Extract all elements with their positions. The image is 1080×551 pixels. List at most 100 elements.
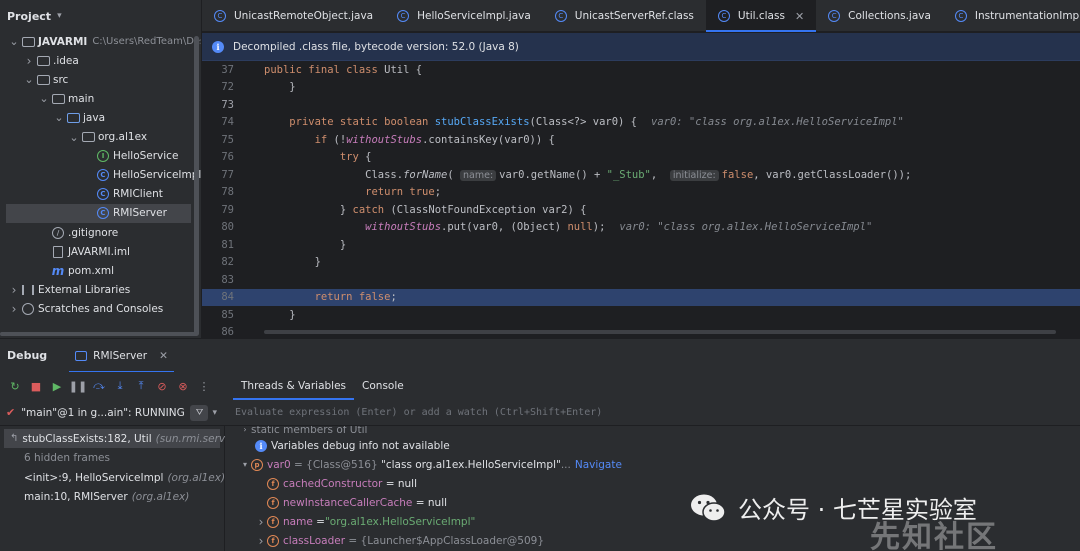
variable-name: newInstanceCallerCache bbox=[283, 496, 413, 509]
tab-console[interactable]: Console bbox=[354, 372, 412, 400]
code-line[interactable]: 76 try { bbox=[202, 149, 1080, 167]
code-line[interactable]: 79 } catch (ClassNotFoundException var2)… bbox=[202, 201, 1080, 219]
tree-item[interactable]: JAVARMI.iml bbox=[0, 242, 193, 261]
tree-item[interactable]: m pom.xml bbox=[0, 261, 193, 280]
chevron-right-icon[interactable]: › bbox=[239, 426, 251, 434]
tree-item[interactable]: › External Libraries bbox=[0, 280, 193, 299]
chevron-down-icon[interactable]: ⌄ bbox=[38, 92, 50, 105]
tree-item[interactable]: ⌄ main bbox=[0, 89, 193, 108]
project-horizontal-scrollbar[interactable] bbox=[0, 332, 198, 336]
tree-item[interactable]: ⌄ org.al1ex bbox=[0, 128, 193, 147]
editor-tab[interactable]: C UnicastRemoteObject.java bbox=[202, 0, 385, 32]
variable-row[interactable]: f cachedConstructor = null bbox=[255, 474, 417, 493]
stack-frame[interactable]: 6 hidden frames bbox=[0, 449, 224, 468]
editor-tab[interactable]: C Util.class ✕ bbox=[705, 0, 817, 32]
code-line[interactable]: 85 } bbox=[202, 306, 1080, 324]
code-line[interactable]: 82 } bbox=[202, 254, 1080, 272]
close-icon[interactable]: ✕ bbox=[795, 10, 804, 23]
editor-tab[interactable]: C HelloServiceImpl.java bbox=[385, 0, 543, 32]
code-line[interactable]: 74 private static boolean stubClassExist… bbox=[202, 114, 1080, 132]
source-folder-icon bbox=[66, 111, 80, 125]
chevron-down-icon[interactable]: ⌄ bbox=[68, 131, 80, 144]
chevron-right-icon[interactable]: › bbox=[8, 302, 20, 316]
stack-frame[interactable]: main:10, RMIServer (org.al1ex) bbox=[0, 488, 224, 507]
parameter-icon: p bbox=[251, 458, 263, 471]
line-number: 79 bbox=[221, 203, 234, 216]
tree-item[interactable]: / .gitignore bbox=[0, 223, 193, 242]
evaluate-expression-input[interactable]: Evaluate expression (Enter) or add a wat… bbox=[225, 400, 1080, 426]
var0-type: = {Class@516} bbox=[294, 458, 378, 471]
code-line[interactable]: 81 } bbox=[202, 236, 1080, 254]
project-vertical-scrollbar[interactable] bbox=[194, 36, 199, 336]
stack-frame-package: (org.al1ex) bbox=[167, 471, 226, 484]
mute-breakpoints-icon[interactable]: ⊗ bbox=[176, 379, 190, 393]
thread-label: "main"@1 in g...ain": RUNNING bbox=[21, 406, 185, 419]
frames-list: ↰ stubClassExists:182, Util (sun.rmi.serve… bbox=[0, 426, 240, 551]
class-shape: C bbox=[97, 169, 109, 182]
code-line[interactable]: 77 Class.forName( name: var0.getName() + … bbox=[202, 166, 1080, 184]
chevron-down-icon[interactable]: ▾ bbox=[212, 408, 217, 418]
tree-item[interactable]: I HelloService bbox=[0, 147, 193, 166]
code-line[interactable]: 78 return true; bbox=[202, 184, 1080, 202]
chevron-down-icon[interactable]: ▾ bbox=[57, 11, 62, 21]
var0-row[interactable]: ▾ p var0 = {Class@516} "class org.al1ex.… bbox=[239, 455, 622, 474]
variable-row[interactable]: › f name = "org.al1ex.HelloServiceImpl" bbox=[255, 512, 476, 531]
field-icon: f bbox=[267, 515, 279, 528]
tree-item[interactable]: ⌄ java bbox=[0, 108, 193, 127]
resume-icon[interactable]: ▶ bbox=[50, 379, 64, 393]
chevron-down-icon[interactable]: ⌄ bbox=[53, 111, 65, 124]
chevron-right-icon[interactable]: › bbox=[8, 283, 20, 297]
chevron-right-icon[interactable]: › bbox=[255, 534, 267, 548]
editor-horizontal-scrollbar[interactable] bbox=[264, 330, 1056, 334]
code-line[interactable]: 84 return false; bbox=[202, 288, 1080, 306]
rerun-icon[interactable]: ↻ bbox=[8, 379, 22, 393]
view-breakpoints-icon[interactable]: ⊘ bbox=[155, 379, 169, 393]
debug-config-tab[interactable]: RMIServer ✕ bbox=[69, 339, 174, 373]
tab-threads-variables[interactable]: Threads & Variables bbox=[233, 372, 355, 400]
tree-item-label: RMIClient bbox=[113, 188, 163, 201]
more-options-icon[interactable]: ⋮ bbox=[197, 379, 211, 393]
editor-tab-label: UnicastRemoteObject.java bbox=[234, 10, 374, 22]
variable-row[interactable]: f newInstanceCallerCache = null bbox=[255, 493, 447, 512]
code-line[interactable]: 73 bbox=[202, 96, 1080, 114]
step-over-icon[interactable]: ⤼ bbox=[92, 379, 106, 393]
chevron-right-icon[interactable]: › bbox=[23, 54, 35, 68]
code-editor[interactable]: 86 85 } 84 return false; 83 82 } 81 } 80 witho… bbox=[202, 61, 1080, 338]
tree-item[interactable]: C RMIServer bbox=[6, 203, 191, 223]
filter-icon[interactable]: ⛛ bbox=[190, 404, 209, 421]
editor-tab[interactable]: C InstrumentationImpl.class bbox=[943, 0, 1080, 32]
code-line[interactable]: 75 if (!withoutStubs.containsKey(var0)) … bbox=[202, 131, 1080, 149]
tree-item[interactable]: C HelloServiceImpl bbox=[0, 166, 201, 185]
stack-frame[interactable]: <init>:9, HelloServiceImpl (org.al1ex) bbox=[0, 468, 226, 487]
thread-selector[interactable]: ✔ "main"@1 in g...ain": RUNNING ⛛ ▾ bbox=[0, 400, 225, 426]
tree-item[interactable]: C RMIClient bbox=[0, 185, 193, 204]
chevron-down-icon[interactable]: ⌄ bbox=[8, 35, 20, 48]
chevron-down-icon[interactable]: ⌄ bbox=[23, 73, 35, 86]
close-icon[interactable]: ✕ bbox=[159, 350, 168, 362]
tree-item[interactable]: › .idea bbox=[0, 51, 193, 70]
chevron-right-icon[interactable]: › bbox=[255, 515, 267, 529]
line-number: 82 bbox=[221, 256, 234, 269]
tree-item[interactable]: ⌄ src bbox=[0, 70, 193, 89]
tree-item[interactable]: › Scratches and Consoles bbox=[0, 299, 193, 318]
project-header[interactable]: Project ▾ bbox=[0, 0, 201, 32]
code-line[interactable]: 83 bbox=[202, 271, 1080, 289]
pause-icon[interactable]: ❚❚ bbox=[69, 379, 87, 393]
stack-frame-method: main:10, RMIServer bbox=[24, 491, 128, 503]
editor-tab[interactable]: C UnicastServerRef.class bbox=[543, 0, 706, 32]
code-line[interactable]: 72 } bbox=[202, 79, 1080, 97]
step-into-icon[interactable]: ⤓ bbox=[113, 379, 127, 393]
variable-row[interactable]: › f classLoader = {Launcher$AppClassLoader… bbox=[255, 531, 544, 550]
stop-icon[interactable]: ■ bbox=[29, 379, 43, 393]
editor-tab[interactable]: C Collections.java bbox=[816, 0, 943, 32]
code-line[interactable]: 37 public final class Util { bbox=[202, 61, 1080, 79]
code-line[interactable]: 80 withoutStubs.put(var0, (Object) null)… bbox=[202, 219, 1080, 237]
tree-item-label: main bbox=[68, 92, 95, 105]
step-out-icon[interactable]: ⤒ bbox=[134, 379, 148, 393]
stack-frame[interactable]: ↰ stubClassExists:182, Util (sun.rmi.serve… bbox=[4, 429, 240, 448]
navigate-link[interactable]: Navigate bbox=[575, 459, 622, 471]
chevron-down-icon[interactable]: ▾ bbox=[239, 460, 251, 469]
line-number: 83 bbox=[221, 273, 234, 286]
line-number: 84 bbox=[202, 291, 238, 304]
tree-item[interactable]: ⌄ JAVARMI C:\Users\RedTeam\Desk bbox=[0, 32, 201, 51]
